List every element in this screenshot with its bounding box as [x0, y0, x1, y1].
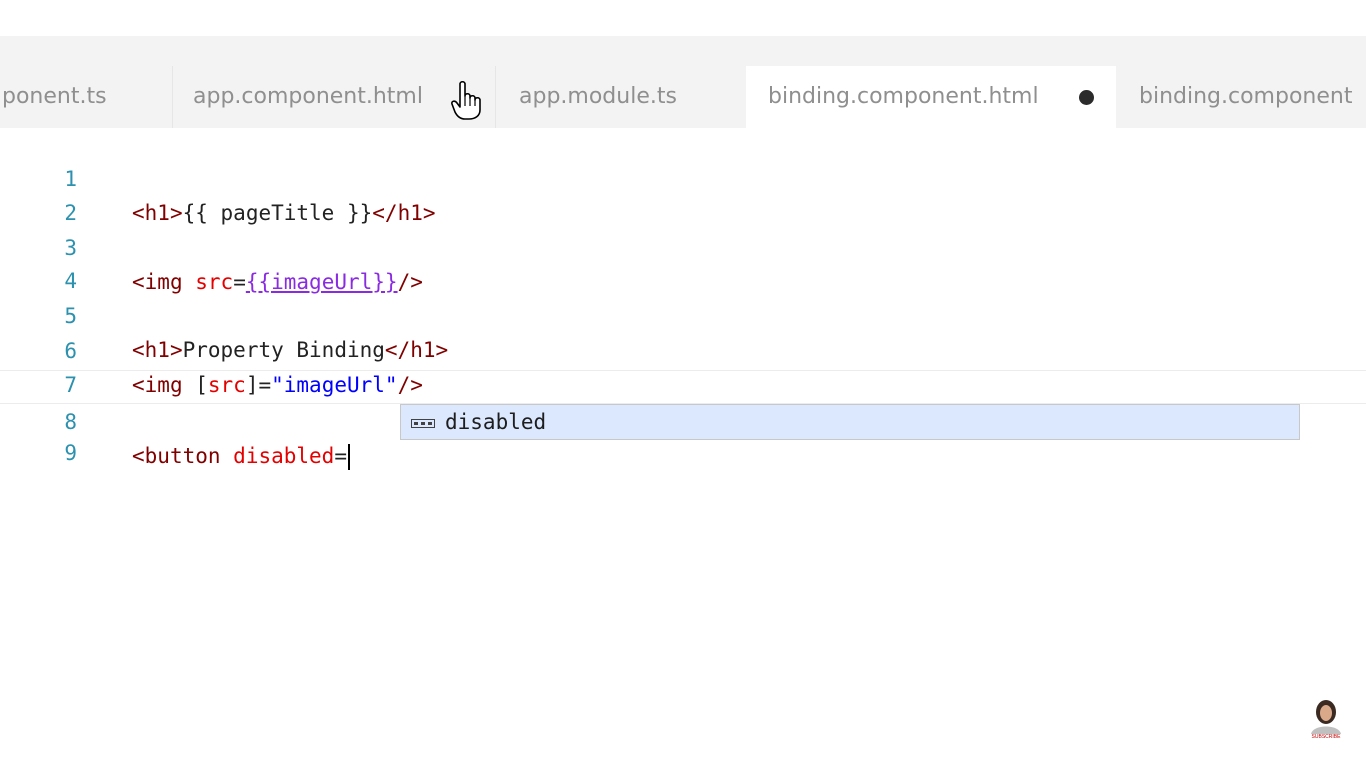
- code-editor[interactable]: 1 <h1>{{ pageTitle }}</h1> 2 3 <img src=…: [0, 128, 1366, 768]
- suggestion-label: disabled: [445, 410, 547, 434]
- tab-label: binding.component.html: [768, 84, 1039, 109]
- code-token: <: [132, 444, 145, 468]
- code-token: button: [144, 444, 221, 468]
- avatar-icon: [1311, 700, 1341, 734]
- text-caret: [347, 444, 350, 470]
- tab-label: app.module.ts: [519, 84, 677, 109]
- subscribe-label: SUBSCRIBE: [1311, 734, 1341, 740]
- code-line[interactable]: 1 <h1>{{ pageTitle }}</h1>: [0, 128, 1366, 225]
- editor-tab-bar: ponent.ts app.component.html app.module.…: [0, 36, 1366, 128]
- tab-label: app.component.html: [193, 84, 423, 109]
- text-snippet-icon: [411, 419, 435, 428]
- hand-cursor-icon: [451, 80, 481, 120]
- code-line[interactable]: 2: [0, 162, 1366, 225]
- code-token: disabled: [233, 444, 335, 468]
- window-top-strip: [0, 0, 1366, 36]
- tab-component-ts[interactable]: ponent.ts: [0, 66, 172, 128]
- tab-label: binding.component: [1139, 84, 1353, 109]
- tab-binding-component-ts[interactable]: binding.component: [1117, 66, 1366, 128]
- line-number: 9: [64, 441, 77, 465]
- code-line-current[interactable]: 8 <button disabled=: [0, 370, 1366, 470]
- tab-app-module-ts[interactable]: app.module.ts: [496, 66, 744, 128]
- autocomplete-suggestion[interactable]: disabled: [400, 404, 1300, 440]
- tab-binding-component-html[interactable]: binding.component.html: [746, 66, 1116, 128]
- code-line[interactable]: 5 <h1>Property Binding</h1>: [0, 265, 1366, 362]
- code-line[interactable]: 6 <img [src]="imageUrl"/>: [0, 300, 1366, 397]
- tab-app-component-html[interactable]: app.component.html: [173, 66, 493, 128]
- line-code: <button disabled=: [132, 439, 350, 473]
- code-line[interactable]: 3 <img src={{imageUrl}}/>: [0, 197, 1366, 294]
- code-line[interactable]: 7: [0, 334, 1366, 397]
- code-line[interactable]: 4: [0, 230, 1366, 293]
- code-token: =: [334, 444, 347, 468]
- unsaved-dot-icon[interactable]: [1079, 90, 1094, 105]
- tab-label: ponent.ts: [2, 84, 107, 109]
- subscribe-widget[interactable]: SUBSCRIBE: [1305, 698, 1347, 744]
